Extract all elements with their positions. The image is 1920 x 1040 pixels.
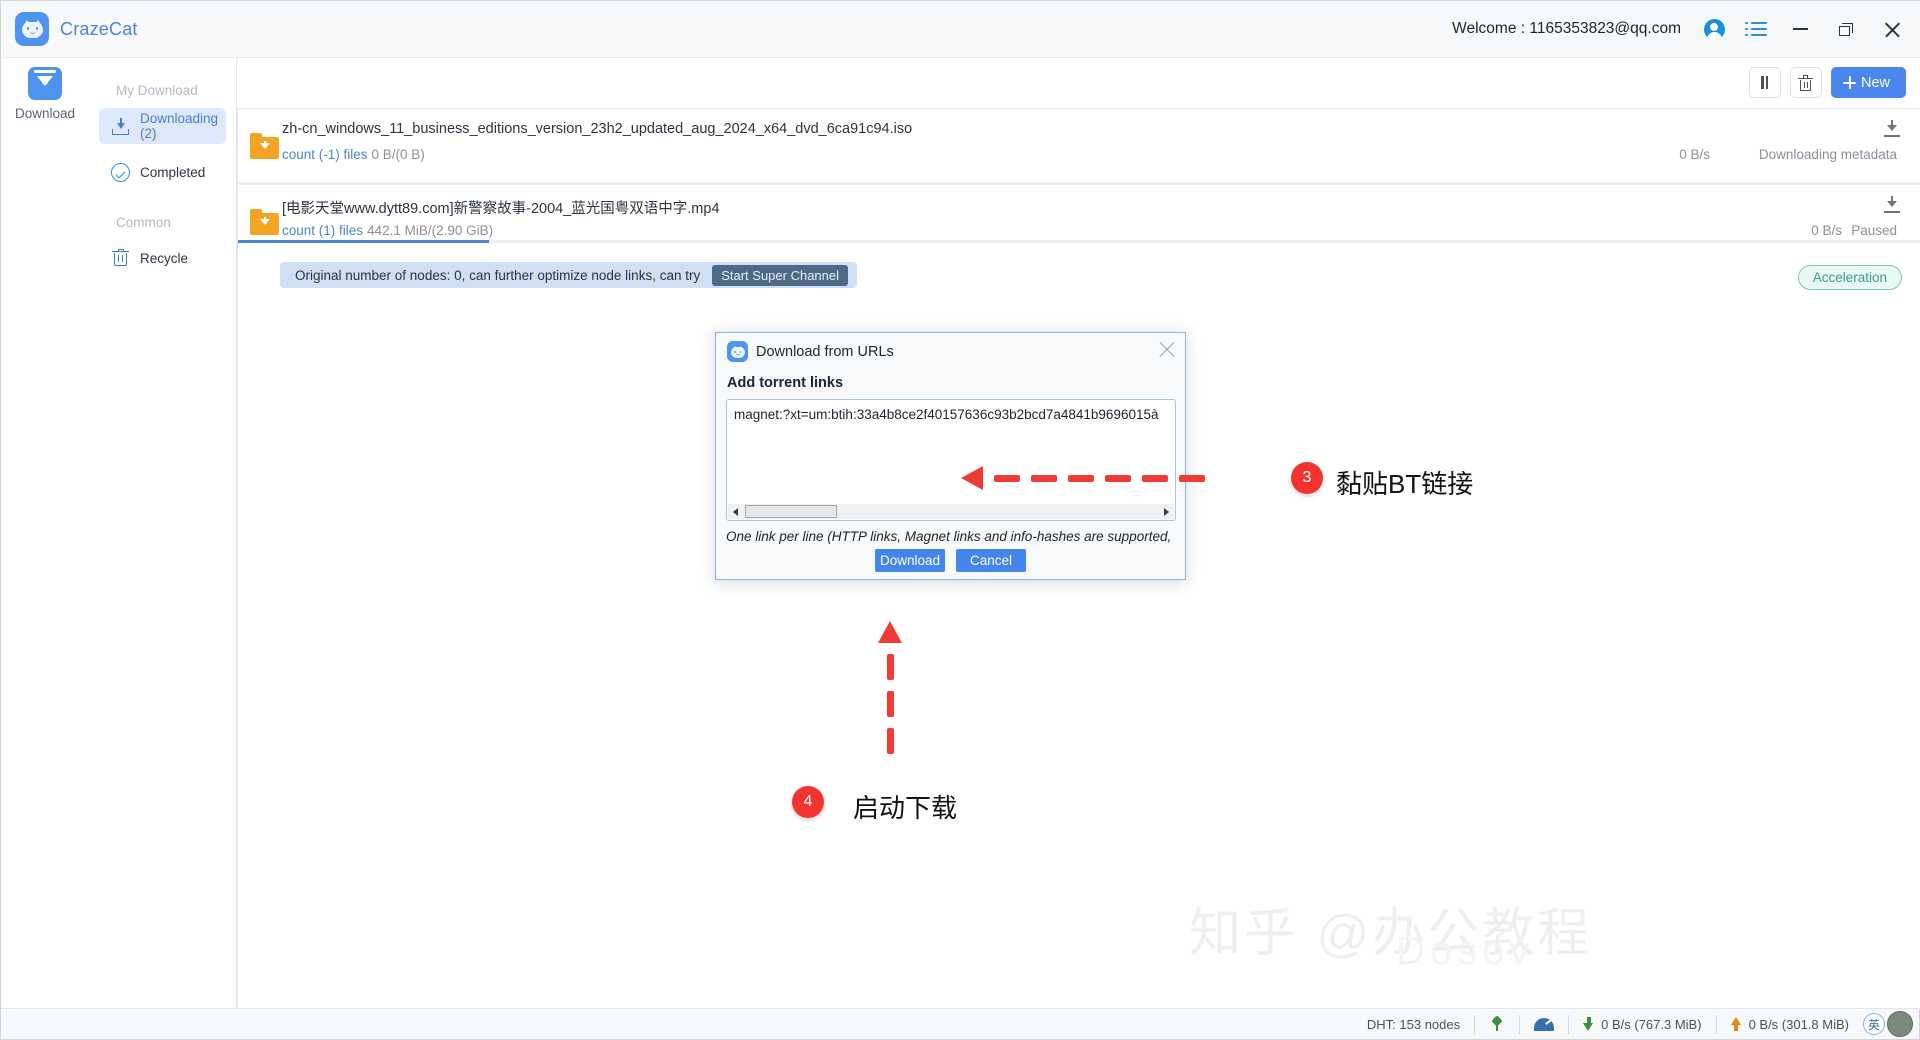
upload-speed-label: 0 B/s (301.8 MiB) [1748, 1016, 1849, 1032]
scrollbar-thumb[interactable] [745, 505, 837, 518]
pause-all-button[interactable] [1748, 67, 1781, 98]
task-file-count: count (1) files [282, 223, 364, 238]
task-file-count: count (-1) files [282, 147, 368, 162]
task-speed: 0 B/s [1679, 147, 1710, 162]
notice-text: Original number of nodes: 0, can further… [295, 267, 701, 283]
sidebar-item-label: Downloading (2) [140, 111, 219, 141]
plug-icon [1489, 1015, 1505, 1032]
annotation-text-3: 黏贴BT链接 [1336, 469, 1474, 499]
watermark-secondary: Dosov [1396, 929, 1535, 973]
dht-label: DHT: 153 nodes [1366, 1016, 1461, 1032]
row-download-icon[interactable] [1884, 120, 1900, 137]
row-download-icon[interactable] [1884, 196, 1900, 213]
dialog-cancel-button[interactable]: Cancel [956, 549, 1026, 572]
torrent-links-textarea[interactable]: magnet:?xt=um:btih:33a4b8ce2f40157636c93… [726, 399, 1176, 521]
plus-icon [1842, 76, 1856, 89]
sidebar-item-downloading[interactable]: Downloading (2) [99, 108, 226, 144]
download-icon [28, 67, 62, 100]
plug-status[interactable] [1475, 1014, 1521, 1034]
minimize-button[interactable] [1777, 1, 1823, 58]
task-meta: count (1) files 442.1 MiB/(2.90 GiB) [282, 223, 493, 238]
folder-download-icon [250, 133, 279, 159]
main-toolbar: New [1748, 67, 1906, 98]
super-channel-notice: Original number of nodes: 0, can further… [280, 262, 858, 288]
download-speed-label: 0 B/s (767.3 MiB) [1601, 1016, 1702, 1032]
rail-item-label: Download [14, 106, 76, 121]
crazecat-window: CrazeCat Welcome : 1165353823@qq.com Dow… [0, 0, 1920, 1040]
task-meta: count (-1) files 0 B/(0 B) [282, 147, 425, 162]
dialog-hint-text: One link per line (HTTP links, Magnet li… [726, 529, 1172, 544]
task-name: [电影天堂www.dytt89.com]新警察故事-2004_蓝光国粤双语中字.… [282, 201, 720, 217]
dialog-button-row: Download Cancel [716, 549, 1185, 572]
download-from-urls-dialog: Download from URLs Add torrent links mag… [715, 332, 1186, 580]
task-name: zh-cn_windows_11_business_editions_versi… [282, 121, 913, 137]
start-super-channel-button[interactable]: Start Super Channel [712, 264, 849, 286]
horizontal-scrollbar[interactable] [728, 504, 1174, 519]
close-button[interactable] [1869, 1, 1915, 58]
speed-gauge-status[interactable] [1520, 1014, 1570, 1034]
annotation-badge-3: 3 [1291, 462, 1323, 494]
check-circle-icon [111, 162, 130, 182]
torrent-links-value: magnet:?xt=um:btih:33a4b8ce2f40157636c93… [734, 407, 1159, 422]
app-title: CrazeCat [60, 18, 138, 39]
folder-download-icon [250, 209, 279, 235]
app-logo-icon [15, 12, 49, 46]
new-task-label: New [1860, 74, 1890, 91]
sidebar-item-label: Recycle [140, 250, 189, 266]
ime-indicator[interactable]: 英 [1863, 1013, 1885, 1035]
super-channel-notice-row: Original number of nodes: 0, can further… [238, 262, 1920, 296]
list-menu-icon[interactable] [1735, 1, 1777, 58]
add-torrent-links-label: Add torrent links [727, 375, 844, 391]
task-speed: 0 B/s [1811, 223, 1842, 238]
progress-bar [238, 240, 1920, 243]
task-size: 442.1 MiB/(2.90 GiB) [367, 223, 494, 238]
table-row[interactable]: [电影天堂www.dytt89.com]新警察故事-2004_蓝光国粤双语中字.… [238, 185, 1920, 259]
sidebar: My Download Downloading (2) Completed Co… [89, 58, 237, 1009]
new-task-button[interactable]: New [1830, 67, 1906, 98]
app-logo-icon [727, 341, 748, 362]
annotation-arrow-3 [961, 466, 1205, 490]
scroll-right-arrow-icon[interactable] [1159, 504, 1174, 519]
dialog-title: Download from URLs [756, 344, 894, 360]
titlebar-right-group: Welcome : 1165353823@qq.com [1452, 1, 1920, 57]
speed-gauge-icon [1534, 1017, 1555, 1031]
pause-icon [1759, 76, 1770, 89]
tray-avatar[interactable] [1887, 1011, 1913, 1037]
acceleration-button[interactable]: Acceleration [1797, 265, 1902, 290]
task-status: Downloading metadata [1758, 147, 1897, 162]
download-arrow-icon [1583, 1017, 1594, 1031]
upload-speed-status: 0 B/s (301.8 MiB) [1717, 1015, 1863, 1034]
upload-arrow-icon [1730, 1017, 1742, 1031]
task-status: Paused [1851, 223, 1897, 238]
task-size: 0 B/(0 B) [371, 147, 425, 162]
close-icon[interactable] [1158, 341, 1176, 359]
download-tray-icon [111, 117, 130, 136]
dialog-download-button[interactable]: Download [875, 549, 945, 572]
status-bar: DHT: 153 nodes 0 B/s (767.3 MiB) 0 B/s (… [1, 1008, 1919, 1039]
app-brand: CrazeCat [15, 12, 138, 46]
download-speed-status: 0 B/s (767.3 MiB) [1569, 1014, 1717, 1034]
annotation-badge-4: 4 [792, 786, 824, 818]
table-row[interactable]: zh-cn_windows_11_business_editions_versi… [238, 109, 1920, 185]
annotation-text-4: 启动下载 [853, 793, 958, 823]
dialog-header: Download from URLs [716, 333, 1185, 369]
sidebar-item-label: Completed [140, 164, 206, 180]
rail-item-download[interactable]: Download [1, 67, 89, 121]
trash-icon [1798, 75, 1814, 91]
title-bar: CrazeCat Welcome : 1165353823@qq.com [1, 1, 1920, 58]
sidebar-group-common: Common [116, 215, 171, 230]
welcome-text: Welcome : 1165353823@qq.com [1452, 20, 1681, 37]
delete-button[interactable] [1789, 67, 1822, 98]
annotation-arrow-4 [878, 621, 902, 754]
trash-icon [111, 248, 130, 268]
dht-status: DHT: 153 nodes [1353, 1014, 1476, 1034]
maximize-button[interactable] [1823, 1, 1869, 58]
left-rail: Download [1, 58, 89, 1009]
sidebar-group-my-download: My Download [116, 83, 198, 98]
account-icon[interactable] [1693, 1, 1735, 58]
scroll-left-arrow-icon[interactable] [728, 504, 743, 519]
sidebar-item-completed[interactable]: Completed [99, 154, 226, 190]
sidebar-item-recycle[interactable]: Recycle [99, 240, 226, 276]
